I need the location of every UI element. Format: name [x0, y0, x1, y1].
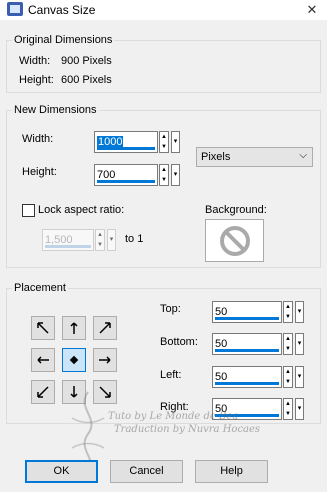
window-title: Canvas Size: [28, 3, 96, 17]
arrow-up-icon: [70, 322, 78, 334]
spin-up-icon[interactable]: ▲: [96, 230, 104, 240]
spin-up-icon[interactable]: ▲: [284, 302, 292, 312]
top-slider-bar[interactable]: [215, 317, 279, 320]
spin-up-icon[interactable]: ▲: [160, 132, 168, 142]
left-slider-bar[interactable]: [215, 382, 279, 385]
ok-button[interactable]: OK: [25, 460, 98, 483]
new-dimensions-legend: New Dimensions: [12, 104, 99, 116]
height-label: Height:: [22, 166, 57, 178]
arrow-up-left-icon: [37, 322, 49, 334]
title-bar: Canvas Size ✕: [0, 0, 327, 20]
top-spinner[interactable]: ▲ ▼: [283, 301, 293, 323]
place-middle-right-button[interactable]: [93, 348, 117, 372]
arrow-left-icon: [37, 356, 49, 364]
top-label: Top:: [160, 303, 181, 315]
height-menu-button[interactable]: ▾: [171, 164, 180, 186]
background-label: Background:: [205, 204, 267, 216]
arrow-down-left-icon: [37, 386, 49, 398]
center-dot-icon: [69, 355, 79, 365]
place-top-center-button[interactable]: [62, 316, 86, 340]
left-input[interactable]: 50: [212, 366, 282, 388]
aspect-ratio-menu-button[interactable]: ▾: [107, 229, 116, 251]
original-height-value: 600 Pixels: [61, 74, 112, 86]
left-menu-button[interactable]: ▾: [295, 366, 304, 388]
watermark-line-1: Tuto by Le Monde de Bea: [108, 411, 239, 422]
watermark-line-2: Traduction by Nuvra Hocaes: [114, 424, 261, 435]
spin-up-icon[interactable]: ▲: [160, 165, 168, 175]
watermark-text: Tuto by Le Monde de Bea Traduction by Nu…: [108, 410, 308, 436]
spin-down-icon[interactable]: ▼: [160, 142, 168, 152]
width-spinner[interactable]: ▲ ▼: [159, 131, 169, 153]
spin-down-icon[interactable]: ▼: [284, 312, 292, 322]
spin-up-icon[interactable]: ▲: [284, 334, 292, 344]
place-middle-left-button[interactable]: [31, 348, 55, 372]
cancel-button[interactable]: Cancel: [110, 460, 183, 483]
original-width-value: 900 Pixels: [61, 55, 112, 67]
bottom-label: Bottom:: [160, 336, 198, 348]
left-label: Left:: [160, 369, 182, 381]
width-label: Width:: [22, 133, 54, 145]
left-spinner[interactable]: ▲ ▼: [283, 366, 293, 388]
height-input[interactable]: 700: [94, 164, 158, 186]
place-top-right-button[interactable]: [93, 316, 117, 340]
width-slider-bar[interactable]: [97, 147, 155, 150]
height-spinner[interactable]: ▲ ▼: [159, 164, 169, 186]
top-input[interactable]: 50: [212, 301, 282, 323]
original-height-label: Height:: [19, 74, 54, 86]
place-top-left-button[interactable]: [31, 316, 55, 340]
bottom-input[interactable]: 50: [212, 333, 282, 355]
lock-aspect-label[interactable]: Lock aspect ratio:: [38, 204, 124, 216]
top-menu-button[interactable]: ▾: [295, 301, 304, 323]
original-width-label: Width:: [19, 55, 51, 67]
placement-legend: Placement: [12, 282, 68, 294]
place-center-button[interactable]: [62, 348, 86, 372]
bottom-slider-bar[interactable]: [215, 349, 279, 352]
spin-down-icon[interactable]: ▼: [284, 344, 292, 354]
units-select[interactable]: Pixels ⌵: [196, 147, 313, 167]
app-icon: [7, 2, 23, 16]
spin-down-icon[interactable]: ▼: [96, 240, 104, 250]
aspect-ratio-bar: [45, 245, 91, 248]
background-color-swatch[interactable]: [205, 219, 264, 262]
width-menu-button[interactable]: ▾: [171, 131, 180, 153]
units-selected-value: Pixels: [201, 151, 231, 163]
spin-down-icon[interactable]: ▼: [284, 377, 292, 387]
arrow-up-right-icon: [99, 322, 111, 334]
chevron-down-icon: ⌵: [299, 150, 307, 161]
height-slider-bar[interactable]: [97, 180, 155, 183]
place-bottom-left-button[interactable]: [31, 380, 55, 404]
arrow-right-icon: [99, 356, 111, 364]
help-button[interactable]: Help: [195, 460, 268, 483]
width-input[interactable]: 1000: [94, 131, 158, 153]
aspect-ratio-input[interactable]: 1,500: [42, 229, 94, 251]
aspect-ratio-suffix: to 1: [125, 233, 144, 245]
lock-aspect-checkbox[interactable]: [22, 204, 35, 217]
aspect-ratio-spinner[interactable]: ▲ ▼: [95, 229, 105, 251]
bottom-menu-button[interactable]: ▾: [295, 333, 304, 355]
spin-up-icon[interactable]: ▲: [284, 367, 292, 377]
original-dimensions-legend: Original Dimensions: [12, 34, 115, 46]
close-icon[interactable]: ✕: [297, 0, 327, 20]
spin-up-icon[interactable]: ▲: [284, 399, 292, 409]
spin-down-icon[interactable]: ▼: [160, 175, 168, 185]
no-entry-icon: [220, 226, 250, 256]
bottom-spinner[interactable]: ▲ ▼: [283, 333, 293, 355]
